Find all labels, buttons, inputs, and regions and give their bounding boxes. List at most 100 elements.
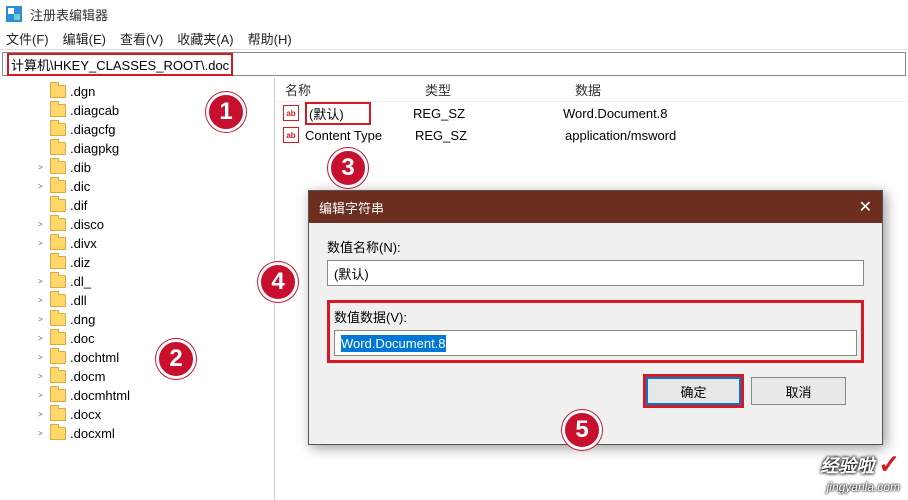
value-name-text: (默认) <box>334 264 369 283</box>
address-bar[interactable]: 计算机\HKEY_CLASSES_ROOT\.doc <box>2 52 906 76</box>
col-name[interactable]: 名称 <box>275 80 415 99</box>
tree-item-label: .dl_ <box>70 274 91 289</box>
regedit-icon <box>6 6 22 22</box>
value-data-text: Word.Document.8 <box>341 335 446 352</box>
folder-icon <box>50 408 66 421</box>
titlebar: 注册表编辑器 <box>0 0 908 28</box>
edit-string-dialog: 编辑字符串 ✕ 数值名称(N): (默认) 数值数据(V): Word.Docu… <box>308 190 883 445</box>
string-value-icon: ab <box>283 127 299 143</box>
folder-icon <box>50 180 66 193</box>
tree-item[interactable]: > .dll <box>0 291 274 310</box>
expander-icon[interactable]: > <box>38 334 43 343</box>
tree-item[interactable]: > .divx <box>0 234 274 253</box>
folder-icon <box>50 142 66 155</box>
cancel-button[interactable]: 取消 <box>751 377 846 405</box>
annotation-badge-4: 4 <box>258 262 298 302</box>
annotation-badge-1: 1 <box>206 92 246 132</box>
tree-item[interactable]: > .docm <box>0 367 274 386</box>
expander-icon[interactable]: > <box>38 296 43 305</box>
tree-item-label: .diagpkg <box>70 141 119 156</box>
folder-icon <box>50 313 66 326</box>
tree-item-label: .dic <box>70 179 90 194</box>
dialog-titlebar[interactable]: 编辑字符串 ✕ <box>309 191 882 223</box>
tree-item[interactable]: .dif <box>0 196 274 215</box>
tree-item[interactable]: .diagpkg <box>0 139 274 158</box>
folder-icon <box>50 294 66 307</box>
tree-item-label: .diagcab <box>70 103 119 118</box>
ok-button[interactable]: 确定 <box>646 377 741 405</box>
value-data: application/msword <box>565 128 908 143</box>
watermark: 经验啦 ✓ jingyanla.com <box>820 449 900 494</box>
tree-item[interactable]: > .dng <box>0 310 274 329</box>
menu-view[interactable]: 查看(V) <box>120 29 163 48</box>
cancel-button-label: 取消 <box>785 382 811 401</box>
annotation-badge-2: 2 <box>156 339 196 379</box>
expander-icon[interactable]: > <box>38 315 43 324</box>
folder-icon <box>50 104 66 117</box>
value-name-label: 数值名称(N): <box>327 237 864 256</box>
tree-item[interactable]: > .disco <box>0 215 274 234</box>
tree-item[interactable]: > .dochtml <box>0 348 274 367</box>
tree-item[interactable]: > .dic <box>0 177 274 196</box>
value-data-field[interactable]: Word.Document.8 <box>334 330 857 356</box>
value-name-field[interactable]: (默认) <box>327 260 864 286</box>
tree-item-label: .dng <box>70 312 95 327</box>
tree-item-label: .docm <box>70 369 105 384</box>
watermark-url: jingyanla.com <box>827 480 900 494</box>
tree-item[interactable]: > .docx <box>0 405 274 424</box>
menu-file[interactable]: 文件(F) <box>6 29 49 48</box>
watermark-text: 经验啦 <box>820 452 874 478</box>
tree-item-label: .disco <box>70 217 104 232</box>
menu-edit[interactable]: 编辑(E) <box>63 29 106 48</box>
value-type: REG_SZ <box>415 128 565 143</box>
expander-icon[interactable]: > <box>38 182 43 191</box>
menu-favorites[interactable]: 收藏夹(A) <box>177 29 233 48</box>
folder-icon <box>50 218 66 231</box>
folder-icon <box>50 123 66 136</box>
folder-icon <box>50 351 66 364</box>
tree-item-label: .docx <box>70 407 101 422</box>
list-row[interactable]: ab(默认)REG_SZWord.Document.8 <box>275 102 908 124</box>
folder-icon <box>50 161 66 174</box>
expander-icon[interactable]: > <box>38 372 43 381</box>
folder-icon <box>50 237 66 250</box>
col-type[interactable]: 类型 <box>415 80 565 99</box>
tree-item[interactable]: > .dl_ <box>0 272 274 291</box>
value-data-section: 数值数据(V): Word.Document.8 <box>327 300 864 363</box>
value-type: REG_SZ <box>413 106 563 121</box>
folder-icon <box>50 199 66 212</box>
folder-icon <box>50 427 66 440</box>
string-value-icon: ab <box>283 105 299 121</box>
tree-item[interactable]: >.dib <box>0 158 274 177</box>
annotation-badge-5: 5 <box>562 410 602 450</box>
expander-icon[interactable]: > <box>38 391 43 400</box>
list-header: 名称 类型 数据 <box>275 78 908 102</box>
col-data[interactable]: 数据 <box>565 80 908 99</box>
tree-item[interactable]: .diz <box>0 253 274 272</box>
tree-item-label: .diagcfg <box>70 122 116 137</box>
expander-icon[interactable]: > <box>38 277 43 286</box>
tree-item-label: .diz <box>70 255 90 270</box>
expander-icon[interactable]: > <box>38 410 43 419</box>
expander-icon[interactable]: > <box>38 163 43 172</box>
folder-icon <box>50 275 66 288</box>
tree-item[interactable]: > .doc <box>0 329 274 348</box>
ok-button-label: 确定 <box>680 382 706 401</box>
tree-item-label: .dochtml <box>70 350 119 365</box>
tree-item-label: .dif <box>70 198 87 213</box>
close-icon[interactable]: ✕ <box>859 197 872 217</box>
expander-icon[interactable]: > <box>38 239 43 248</box>
expander-icon[interactable]: > <box>38 353 43 362</box>
window-title: 注册表编辑器 <box>30 5 108 24</box>
tree-item[interactable]: >.docxml <box>0 424 274 443</box>
tree-item[interactable]: >.docmhtml <box>0 386 274 405</box>
tree-item-label: .doc <box>70 331 95 346</box>
tree-panel: .dgn.diagcab.diagcfg.diagpkg>.dib>.dic.d… <box>0 78 275 500</box>
check-icon: ✓ <box>878 449 900 480</box>
expander-icon[interactable]: > <box>38 429 43 438</box>
expander-icon[interactable]: > <box>38 220 43 229</box>
tree-item-label: .dll <box>70 293 87 308</box>
tree-item-label: .divx <box>70 236 97 251</box>
list-row[interactable]: abContent TypeREG_SZapplication/msword <box>275 124 908 146</box>
menu-help[interactable]: 帮助(H) <box>248 29 292 48</box>
